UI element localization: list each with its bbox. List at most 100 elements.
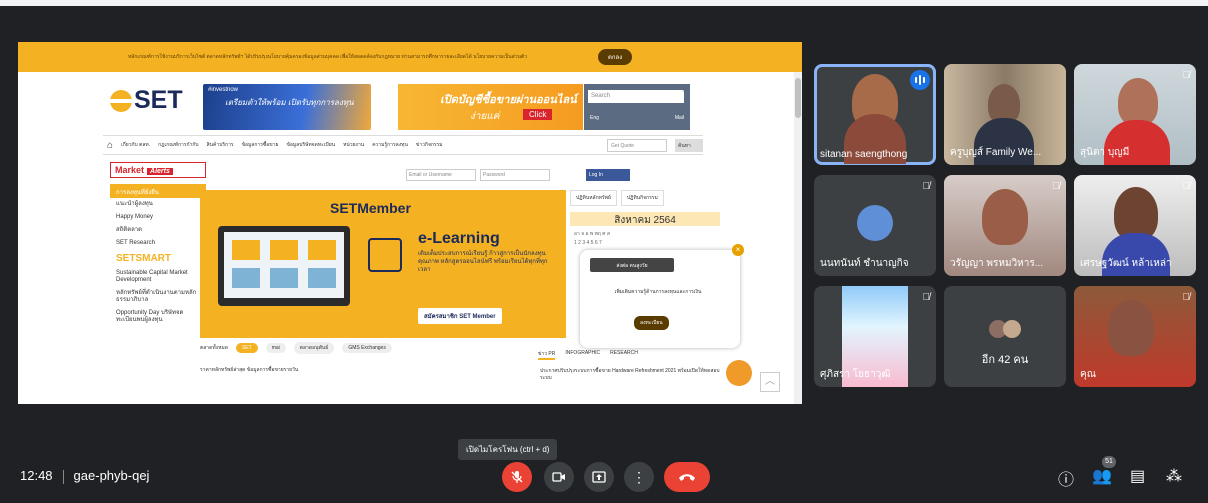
participant-name: sitanan saengthong bbox=[820, 149, 908, 160]
participant-tile[interactable]: ครูบุญส์ Family We... bbox=[944, 64, 1066, 165]
set-header: SET #investnow เตรียมตัวให้พร้อม เปิดรับ… bbox=[18, 72, 794, 132]
close-icon[interactable]: × bbox=[732, 244, 744, 256]
shared-screen: หลักเกณฑ์การใช้งานบริการเว็บไซต์ ตลาดหลั… bbox=[18, 42, 802, 404]
search-icon[interactable]: ⌕ bbox=[683, 85, 687, 95]
calendar-tab[interactable]: ปฏิทินกิจกรรม bbox=[620, 190, 664, 206]
mic-off-icon: 🎙̸ bbox=[1052, 181, 1061, 192]
market-filter-set[interactable]: SET bbox=[235, 343, 258, 353]
cookie-notice: หลักเกณฑ์การใช้งานบริการเว็บไซต์ ตลาดหลั… bbox=[18, 42, 802, 72]
avatar-group bbox=[989, 314, 1021, 346]
nav-item[interactable]: ความรู้การลงทุน bbox=[372, 141, 408, 149]
nav-item[interactable]: สินค้าบริการ bbox=[207, 141, 234, 149]
participant-name: สุนิตา บุญมี bbox=[1080, 147, 1130, 158]
nav-item[interactable]: ข่าวกิจกรรม bbox=[416, 141, 443, 149]
participant-tile[interactable]: 🎙̸ วรัญญา พรหมวิหาร... bbox=[944, 175, 1066, 276]
sidebar-item[interactable]: Opportunity Day บริษัทจดทะเบียนพบผู้ลงทุ… bbox=[110, 307, 206, 327]
login-password-field[interactable]: Password bbox=[480, 169, 550, 181]
camera-button[interactable] bbox=[544, 462, 574, 492]
activities-icon[interactable]: ⁂ bbox=[1166, 466, 1182, 486]
click-badge: Click bbox=[523, 109, 553, 120]
sidebar-item[interactable]: Happy Money bbox=[110, 211, 206, 224]
language-link[interactable]: Eng bbox=[590, 115, 599, 121]
calendar-tab[interactable]: ปฏิทินหลักทรัพย์ bbox=[570, 190, 617, 206]
banner-text: เตรียมตัวให้พร้อม เปิดรับทุกการลงทุน bbox=[225, 98, 354, 107]
mic-off-button[interactable] bbox=[502, 462, 532, 492]
facebook-login-button[interactable]: Log In bbox=[586, 169, 630, 181]
more-options-button[interactable]: ⋮ bbox=[624, 462, 654, 492]
nav-item[interactable]: กฎเกณฑ์การกำกับ bbox=[158, 141, 198, 149]
mic-off-icon: 🎙̸ bbox=[922, 292, 931, 303]
participant-name: คุณ bbox=[1080, 369, 1096, 380]
chat-icon[interactable]: ▤ bbox=[1130, 466, 1145, 486]
banner-tag: #investnow bbox=[208, 87, 239, 93]
sidebar-item[interactable]: หลักทรัพย์ที่ดำเนินงานตามหลักธรรมาภิบาล bbox=[110, 287, 206, 307]
sidebar-item[interactable]: SET Research bbox=[110, 237, 206, 250]
mic-off-icon: 🎙̸ bbox=[1182, 70, 1191, 81]
info-icon[interactable]: ⓘ bbox=[1058, 466, 1074, 490]
people-count-badge: 51 bbox=[1102, 456, 1116, 468]
market-filter-tfex[interactable]: ตลาดอนุพันธ์ bbox=[293, 342, 335, 354]
news-tab[interactable]: INFOGRAPHIC bbox=[565, 350, 600, 360]
sidebar-header[interactable]: การลงทุนที่ยั่งยืน bbox=[110, 184, 206, 198]
mail-link[interactable]: Mail bbox=[675, 115, 684, 121]
divider bbox=[62, 469, 64, 484]
participant-video bbox=[1118, 78, 1158, 126]
market-filter-mai[interactable]: mai bbox=[265, 343, 286, 353]
cookie-accept-button[interactable]: ตกลง bbox=[598, 49, 633, 65]
login-username-field[interactable]: Email or Username bbox=[406, 169, 476, 181]
news-tab[interactable]: RESEARCH bbox=[610, 350, 638, 360]
sidebar-item[interactable]: Sustainable Capital Market Development bbox=[110, 267, 206, 287]
set-member-banner[interactable]: SETMember e-Learning เติมเต็มประสบการณ์เ… bbox=[200, 190, 566, 338]
market-alerts[interactable]: Market Alerts bbox=[110, 162, 206, 178]
news-tabs: ข่าว PR INFOGRAPHIC RESEARCH bbox=[538, 350, 638, 360]
nav-item[interactable]: หน่วยงาน bbox=[343, 141, 364, 149]
present-button[interactable] bbox=[584, 462, 614, 492]
participant-name: ศุภิสรา โยธาวุฒิ bbox=[820, 369, 891, 380]
open-account-banner[interactable]: เปิดบัญชีซื้อขายผ่านออนไลน์ ง่ายแค่ Clic… bbox=[398, 84, 583, 130]
nav-item[interactable]: ข้อมูลการซื้อขาย bbox=[242, 141, 279, 149]
home-icon[interactable]: ⌂ bbox=[107, 140, 113, 151]
laptop-illustration bbox=[218, 226, 350, 306]
chatbot-icon[interactable] bbox=[726, 360, 752, 386]
participant-tile[interactable]: 🎙̸ สุนิตา บุญมี bbox=[1074, 64, 1196, 165]
investnow-banner[interactable]: #investnow เตรียมตัวให้พร้อม เปิดรับทุกก… bbox=[203, 84, 371, 130]
page-scrollbar[interactable] bbox=[794, 72, 802, 404]
more-participants-tile[interactable]: อีก 42 คน bbox=[944, 286, 1066, 387]
set-logo-text: SET bbox=[134, 86, 183, 114]
leave-call-button[interactable] bbox=[664, 462, 710, 492]
scrollbar-thumb[interactable] bbox=[795, 78, 801, 118]
mic-off-icon: 🎙̸ bbox=[1182, 181, 1191, 192]
participant-tile[interactable]: 🎙̸ นนทนันท์ ชำนาญกิจ bbox=[814, 175, 936, 276]
participant-tile[interactable]: 🎙̸ ศุภิสรา โยธาวุฒิ bbox=[814, 286, 936, 387]
popup-register-button[interactable]: ลงทะเบียน bbox=[634, 316, 669, 330]
back-to-top-icon[interactable]: ︿ bbox=[760, 372, 780, 392]
more-participants-label: อีก 42 คน bbox=[981, 354, 1029, 366]
laptop-screen bbox=[224, 232, 344, 298]
sidebar-item[interactable]: สถิติตลาด bbox=[110, 224, 206, 237]
sidebar-item[interactable]: แนะนำผู้ลงทุน bbox=[110, 198, 206, 211]
participant-tile[interactable]: 🎙̸ คุณ bbox=[1074, 286, 1196, 387]
set-logo[interactable]: SET bbox=[108, 86, 183, 115]
get-quote-button[interactable]: ค้นหา bbox=[675, 138, 703, 152]
people-icon[interactable]: 👥 bbox=[1092, 466, 1112, 486]
mic-off-icon: 🎙̸ bbox=[922, 181, 931, 192]
pr-news-item[interactable]: ประกาศปรับปรุงระบบการซื้อขาย Hardware Re… bbox=[540, 368, 720, 382]
news-tab[interactable]: ข่าว PR bbox=[538, 350, 556, 360]
get-quote-input[interactable]: Get Quote bbox=[607, 138, 667, 152]
member-signup-button[interactable]: สมัครสมาชิก SET Member bbox=[418, 308, 502, 324]
nav-item[interactable]: เกี่ยวกับ ตลท. bbox=[121, 141, 150, 149]
calendar-month: สิงหาคม 2564 bbox=[570, 212, 720, 226]
set-sidebar: Market Alerts การลงทุนที่ยั่งยืน แนะนำผู้… bbox=[110, 162, 206, 402]
participant-tile[interactable]: 🎙̸ เศรษฐวัฒน์ หล้าเหล่า bbox=[1074, 175, 1196, 276]
participant-video bbox=[982, 189, 1028, 245]
more-vert-icon: ⋮ bbox=[632, 469, 646, 485]
header-search-input[interactable]: Search bbox=[588, 90, 684, 103]
participant-tile[interactable]: sitanan saengthong bbox=[814, 64, 936, 165]
market-filter-gms[interactable]: GMS Exchanges bbox=[342, 343, 392, 353]
setsmart-link[interactable]: SETSMART bbox=[110, 250, 206, 267]
nav-item[interactable]: ข้อมูลบริษัทจดทะเบียน bbox=[286, 141, 335, 149]
popup-body: เพิ่มเติมความรู้ด้านการลงทุนและการเงิน bbox=[614, 289, 702, 295]
speaking-indicator-icon bbox=[910, 70, 930, 90]
hang-up-icon bbox=[679, 474, 695, 481]
elearning-title: e-Learning bbox=[418, 230, 500, 247]
